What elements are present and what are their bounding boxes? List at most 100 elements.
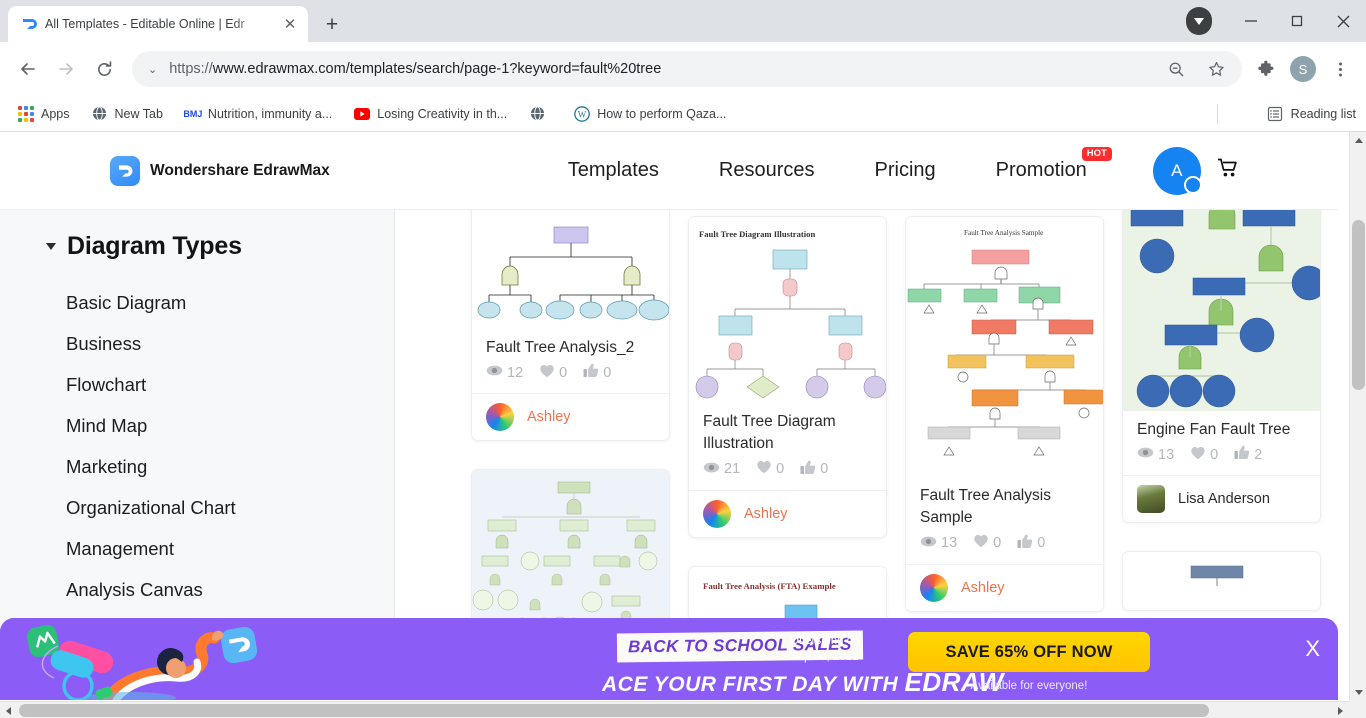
- bookmark-globe[interactable]: [521, 102, 560, 126]
- sidebar-header[interactable]: Diagram Types: [46, 232, 394, 261]
- scroll-left-icon[interactable]: [0, 702, 17, 718]
- card-author[interactable]: Ashley: [906, 563, 1103, 611]
- template-card[interactable]: Fault Tree Analysis_2 12 0 0 Ashley: [471, 210, 670, 442]
- sidebar-item-mind-map[interactable]: Mind Map: [46, 406, 394, 447]
- bookmark-label: Nutrition, immunity a...: [207, 106, 333, 121]
- nav-pricing[interactable]: Pricing: [845, 159, 966, 182]
- sidebar-item-business[interactable]: Business: [46, 324, 394, 365]
- views-count: 13: [1158, 446, 1175, 463]
- card-body: Fault Tree Analysis Sample 13 0 0: [906, 477, 1103, 564]
- chevron-down-icon[interactable]: ⌄: [148, 63, 157, 76]
- author-name[interactable]: Lisa Anderson: [1178, 491, 1270, 507]
- sidebar-item-basic-diagram[interactable]: Basic Diagram: [46, 283, 394, 324]
- edrawmax-logo-icon: [110, 155, 140, 186]
- author-name[interactable]: Ashley: [961, 580, 1005, 596]
- bookmark-new-tab[interactable]: New Tab: [84, 102, 171, 126]
- address-bar[interactable]: ⌄ https://www.edrawmax.com/templates/sea…: [132, 51, 1242, 87]
- save-offer-button[interactable]: SAVE 65% OFF NOW: [908, 632, 1150, 672]
- card-title[interactable]: Engine Fan Fault Tree: [1137, 419, 1306, 441]
- author-name[interactable]: Ashley: [527, 409, 571, 425]
- promo-banner: BACK TO SCHOOL SALES Offers end on Sep 3…: [0, 618, 1338, 700]
- nav-templates[interactable]: Templates: [538, 159, 689, 182]
- reading-list-icon: [1267, 106, 1283, 122]
- globe-icon: [529, 106, 545, 122]
- page-viewport: Wondershare EdrawMax Templates Resources…: [0, 132, 1366, 718]
- template-card[interactable]: [1122, 551, 1321, 612]
- chevron-down-icon[interactable]: [46, 243, 56, 250]
- card-stats: 13 0 0: [920, 534, 1089, 553]
- sidebar-item-organizational-chart[interactable]: Organizational Chart: [46, 488, 394, 529]
- bookmark-star-icon[interactable]: [1202, 55, 1230, 83]
- reading-list-label: Reading list: [1290, 106, 1356, 121]
- extensions-icon[interactable]: [1250, 53, 1282, 85]
- close-window-button[interactable]: [1320, 0, 1366, 42]
- views-stat: 13: [1137, 446, 1174, 463]
- sidebar-item-analysis-canvas[interactable]: Analysis Canvas: [46, 570, 394, 611]
- vertical-scrollbar[interactable]: [1349, 132, 1366, 701]
- bookmark-apps[interactable]: Apps: [10, 102, 78, 126]
- avatar[interactable]: S: [1290, 56, 1316, 82]
- eye-icon: [1137, 446, 1154, 463]
- grid-column: Fault Tree Diagram Illustration Fault Tr…: [688, 216, 887, 686]
- likes-stat: 0: [539, 364, 567, 382]
- bookmark-label: New Tab: [114, 106, 163, 121]
- nav-promotion[interactable]: Promotion HOT: [966, 147, 1117, 182]
- bookmark-bmj[interactable]: BMJ Nutrition, immunity a...: [177, 102, 340, 126]
- template-thumbnail: [1123, 552, 1320, 611]
- horizontal-scroll-thumb[interactable]: [19, 704, 1209, 717]
- shopping-cart-icon[interactable]: [1217, 158, 1239, 183]
- thumbs-stat: 2: [1234, 445, 1262, 464]
- grid-column: Engine Fan Fault Tree 13 0 2 Lisa Anders…: [1122, 210, 1321, 686]
- sidebar-item-management[interactable]: Management: [46, 529, 394, 570]
- card-author[interactable]: Ashley: [689, 489, 886, 537]
- bookmarks-bar: Apps New Tab BMJ Nutrition, immunity a..…: [0, 96, 1366, 132]
- brand-logo-area[interactable]: Wondershare EdrawMax: [110, 155, 330, 186]
- heart-icon: [756, 460, 772, 478]
- bookmark-youtube[interactable]: Losing Creativity in th...: [346, 102, 515, 126]
- scroll-down-icon[interactable]: [1350, 684, 1366, 701]
- reading-list-button[interactable]: Reading list: [1267, 106, 1356, 122]
- scroll-right-icon[interactable]: [1332, 702, 1349, 718]
- card-title[interactable]: Fault Tree Diagram Illustration: [703, 411, 872, 456]
- heart-icon: [539, 364, 555, 382]
- likes-count: 0: [1210, 446, 1219, 463]
- card-author[interactable]: Ashley: [472, 393, 669, 440]
- close-icon[interactable]: X: [1305, 638, 1320, 660]
- zoom-out-icon[interactable]: [1162, 55, 1190, 83]
- scrollbar-corner: [1349, 701, 1366, 718]
- minimize-button[interactable]: [1228, 0, 1274, 42]
- card-title[interactable]: Fault Tree Analysis_2: [486, 337, 655, 359]
- grid-column: Fault Tree Analysis_2 12 0 0 Ashley: [471, 210, 670, 686]
- template-card[interactable]: Engine Fan Fault Tree 13 0 2 Lisa Anders…: [1122, 210, 1321, 524]
- bookmark-wordpress[interactable]: W How to perform Qaza...: [566, 102, 734, 126]
- banner-illustration: [0, 618, 640, 700]
- thumb-caption: Fault Tree Analysis (FTA) Example: [703, 581, 836, 591]
- maximize-button[interactable]: [1274, 0, 1320, 42]
- chrome-menu-icon[interactable]: [1324, 53, 1356, 85]
- template-card[interactable]: Fault Tree Diagram Illustration Fault Tr…: [688, 216, 887, 538]
- template-card[interactable]: Fault Tree Analysis Sample Fault Tree An…: [905, 216, 1104, 612]
- svg-text:W: W: [578, 109, 587, 119]
- nav-resources[interactable]: Resources: [689, 159, 845, 182]
- eye-icon: [920, 535, 937, 552]
- card-author[interactable]: Lisa Anderson: [1123, 475, 1320, 522]
- sidebar-item-marketing[interactable]: Marketing: [46, 447, 394, 488]
- back-button[interactable]: [10, 51, 46, 87]
- close-icon[interactable]: ✕: [280, 14, 300, 34]
- vertical-scroll-thumb[interactable]: [1352, 220, 1365, 390]
- divider: [1217, 103, 1218, 124]
- forward-button[interactable]: [48, 51, 84, 87]
- profile-chip-icon[interactable]: [1186, 7, 1212, 35]
- sidebar-item-flowchart[interactable]: Flowchart: [46, 365, 394, 406]
- scroll-up-icon[interactable]: [1350, 132, 1366, 149]
- thumbs-up-icon: [800, 460, 816, 479]
- card-title[interactable]: Fault Tree Analysis Sample: [920, 485, 1089, 530]
- youtube-icon: [354, 106, 371, 122]
- reload-button[interactable]: [86, 51, 122, 87]
- new-tab-button[interactable]: +: [318, 10, 346, 38]
- author-name[interactable]: Ashley: [744, 506, 788, 522]
- user-avatar[interactable]: A: [1152, 146, 1202, 195]
- bookmark-label: Losing Creativity in th...: [377, 106, 508, 121]
- browser-tab[interactable]: All Templates - Editable Online | Edr ✕: [8, 6, 308, 42]
- horizontal-scrollbar[interactable]: [0, 701, 1366, 718]
